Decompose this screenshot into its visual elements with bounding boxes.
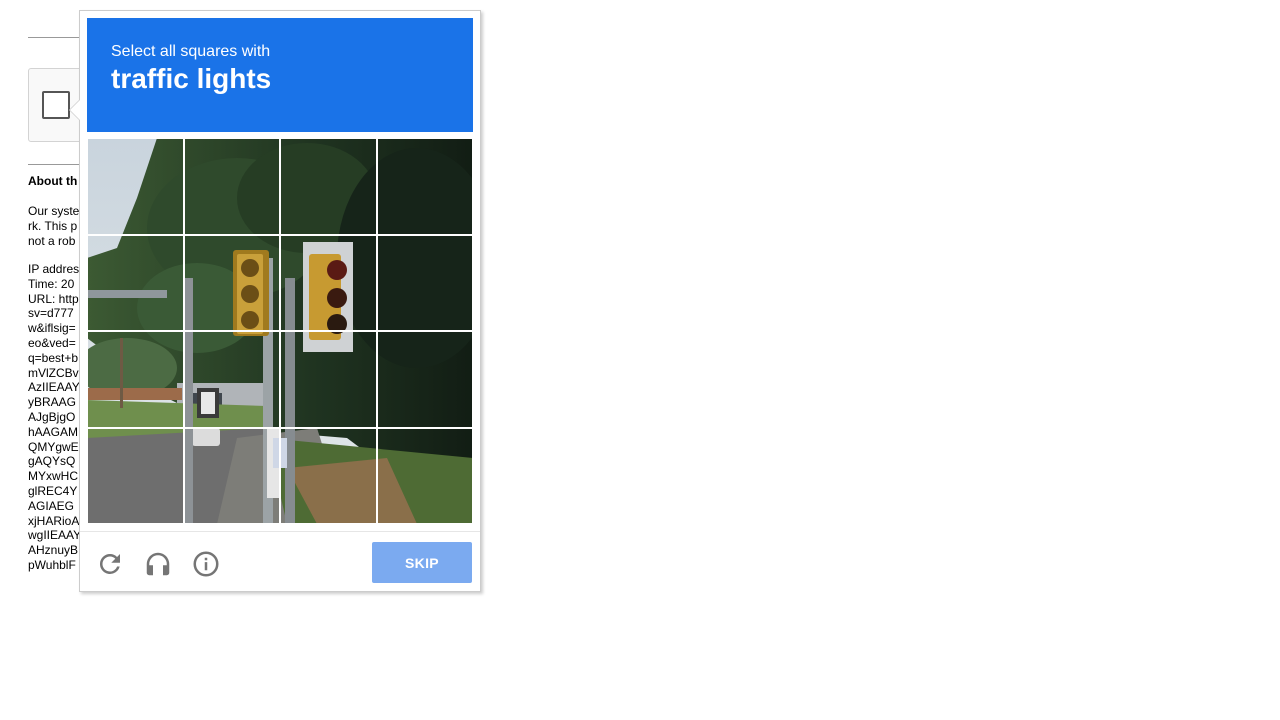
image-tile-2-3[interactable]: [280, 234, 377, 331]
image-tile-4-1[interactable]: [87, 427, 184, 524]
image-tile-4-4[interactable]: [376, 427, 473, 524]
im-not-a-robot-checkbox[interactable]: [42, 91, 70, 119]
target-object-text: traffic lights: [111, 63, 272, 94]
challenge-instructions: Select all squares with traffic lights: [87, 18, 473, 132]
instruction-text: Select all squares with: [111, 43, 271, 60]
reload-icon[interactable]: [95, 549, 125, 579]
about-title: About th: [28, 174, 78, 188]
image-tile-3-1[interactable]: [87, 331, 184, 428]
image-tile-2-1[interactable]: [87, 234, 184, 331]
image-tile-1-3[interactable]: [280, 138, 377, 235]
image-tile-1-1[interactable]: [87, 138, 184, 235]
image-tile-4-2[interactable]: [183, 427, 280, 524]
image-tile-1-2[interactable]: [183, 138, 280, 235]
tile-overlay: [87, 138, 473, 524]
image-tile-3-3[interactable]: [280, 331, 377, 428]
image-tile-3-2[interactable]: [183, 331, 280, 428]
image-tile-4-3[interactable]: [280, 427, 377, 524]
skip-button[interactable]: SKIP: [372, 542, 472, 583]
image-tile-2-2[interactable]: [183, 234, 280, 331]
image-tile-1-4[interactable]: [376, 138, 473, 235]
headphones-icon[interactable]: [143, 549, 173, 579]
info-icon[interactable]: [191, 549, 221, 579]
recaptcha-challenge-popup: Select all squares with traffic lights S…: [69, 10, 481, 592]
image-tile-grid: [87, 138, 473, 524]
image-tile-2-4[interactable]: [376, 234, 473, 331]
footer-divider: [80, 531, 480, 532]
image-tile-3-4[interactable]: [376, 331, 473, 428]
popup-pointer-fill: [70, 99, 81, 121]
